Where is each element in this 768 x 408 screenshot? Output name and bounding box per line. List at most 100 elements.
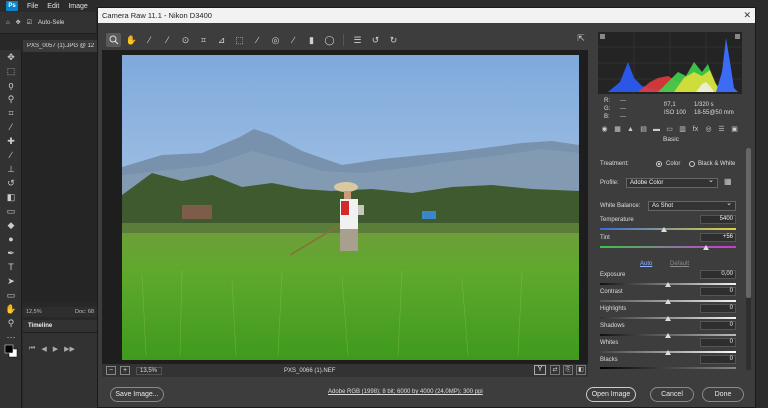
whites-slider-thumb[interactable]	[665, 350, 671, 355]
eyedropper-tool-icon[interactable]: ⁄	[0, 120, 22, 134]
profile-dropdown[interactable]: Adobe Color	[626, 177, 718, 188]
tone-curve-tab-icon[interactable]: ▦	[613, 125, 622, 133]
auto-select-checkbox[interactable]: ☑	[27, 19, 32, 26]
exposure-value[interactable]: 0,00	[700, 270, 736, 279]
move-tool-icon[interactable]: ✥	[16, 19, 21, 26]
profile-browser-icon[interactable]: ▦	[724, 177, 732, 186]
go-to-first-frame-icon[interactable]: ⏮	[29, 345, 35, 353]
preferences-icon[interactable]: ☰	[350, 33, 365, 47]
exposure-slider-thumb[interactable]	[665, 282, 671, 287]
photoshop-logo-icon[interactable]: Ps	[6, 1, 18, 11]
transform-tool-icon[interactable]: ⬚	[232, 33, 247, 47]
hand-tool-icon[interactable]: ✋	[0, 302, 22, 316]
zoom-in-button[interactable]: +	[120, 366, 130, 375]
zoom-tool-icon[interactable]	[106, 33, 121, 47]
history-brush-icon[interactable]: ↺	[0, 176, 22, 190]
menu-edit[interactable]: Edit	[47, 3, 59, 10]
default-button[interactable]: Default	[670, 261, 689, 267]
blacks-slider-track[interactable]	[600, 367, 736, 369]
panel-scrollbar-thumb[interactable]	[746, 148, 751, 298]
zoom-level-select[interactable]: 13,5%	[136, 366, 162, 375]
color-sampler-tool-icon[interactable]: ⁄	[160, 33, 175, 47]
crop-tool-icon[interactable]: ⌗	[0, 106, 22, 120]
gradient-tool-icon[interactable]: ▭	[0, 204, 22, 218]
detail-tab-icon[interactable]: ▲	[626, 126, 635, 133]
crop-tool-icon[interactable]: ⌗	[196, 33, 211, 47]
type-tool-icon[interactable]: T	[0, 260, 22, 274]
basic-tab-icon[interactable]: ◉	[600, 125, 609, 133]
pen-tool-icon[interactable]: ✒	[0, 246, 22, 260]
save-image-button[interactable]: Save Image...	[110, 387, 164, 402]
color-swatches-icon[interactable]	[0, 344, 22, 358]
whites-value[interactable]: 0	[700, 338, 736, 347]
tint-value[interactable]: +56	[700, 233, 736, 242]
ps-status-zoom[interactable]: 12,5%	[26, 309, 42, 315]
zoom-out-button[interactable]: −	[106, 366, 116, 375]
effects-tab-icon[interactable]: fx	[691, 126, 700, 133]
temperature-slider-track[interactable]	[600, 228, 736, 230]
treatment-bw-radio[interactable]	[689, 161, 695, 167]
white-balance-dropdown[interactable]: As Shot	[648, 200, 736, 211]
previous-frame-icon[interactable]: ◀	[41, 345, 46, 353]
highlight-clipping-warning-icon[interactable]	[735, 34, 740, 39]
transform-tab-icon[interactable]: ▥	[678, 125, 687, 133]
split-toning-tab-icon[interactable]: ▬	[652, 126, 661, 133]
highlights-value[interactable]: 0	[700, 304, 736, 313]
white-balance-tool-icon[interactable]: ⁄	[142, 33, 157, 47]
dodge-tool-icon[interactable]: ●	[0, 232, 22, 246]
tint-slider-thumb[interactable]	[703, 245, 710, 250]
lasso-tool-icon[interactable]: ϙ	[0, 78, 22, 92]
rotate-left-icon[interactable]: ↺	[368, 33, 383, 47]
close-icon[interactable]: ✕	[743, 10, 751, 21]
copy-settings-icon[interactable]: ⎘	[563, 365, 573, 375]
path-select-icon[interactable]: ➤	[0, 274, 22, 288]
eraser-tool-icon[interactable]: ◧	[0, 190, 22, 204]
spot-removal-tool-icon[interactable]: ∕	[250, 33, 265, 47]
treatment-color-radio[interactable]	[656, 161, 662, 167]
temperature-value[interactable]: 5400	[700, 215, 736, 224]
move-tool-icon[interactable]: ✥	[0, 50, 22, 64]
blacks-value[interactable]: 0	[700, 355, 736, 364]
home-icon[interactable]: ⌂	[6, 20, 10, 26]
shadows-slider-thumb[interactable]	[665, 333, 671, 338]
shape-tool-icon[interactable]: ▭	[0, 288, 22, 302]
quick-select-tool-icon[interactable]: ⚲	[0, 92, 22, 106]
shadow-clipping-warning-icon[interactable]	[600, 34, 605, 39]
adjustment-brush-icon[interactable]: ∕	[286, 33, 301, 47]
image-preview-area[interactable]	[102, 50, 588, 364]
shadows-value[interactable]: 0	[700, 321, 736, 330]
play-icon[interactable]: ▶	[53, 345, 58, 353]
snapshots-tab-icon[interactable]: ▣	[730, 125, 739, 133]
healing-tool-icon[interactable]: ✚	[0, 134, 22, 148]
radial-filter-icon[interactable]: ◯	[322, 33, 337, 47]
auto-button[interactable]: Auto	[640, 261, 652, 267]
rotate-right-icon[interactable]: ↻	[386, 33, 401, 47]
more-tools-icon[interactable]: ⋯	[0, 330, 22, 344]
contrast-value[interactable]: 0	[700, 287, 736, 296]
ps-document-tab[interactable]: PXS_0057 (1).JPG @ 12	[23, 40, 97, 52]
marquee-tool-icon[interactable]: ⬚	[0, 64, 22, 78]
done-button[interactable]: Done	[702, 387, 744, 402]
tint-slider-track[interactable]	[600, 246, 736, 248]
swap-before-after-icon[interactable]: ⇄	[550, 365, 560, 375]
next-frame-icon[interactable]: ▶▶	[64, 345, 75, 353]
zoom-tool-icon[interactable]: ⚲	[0, 316, 22, 330]
temperature-slider-thumb[interactable]	[660, 227, 667, 232]
hsl-tab-icon[interactable]: ▤	[639, 125, 648, 133]
lens-corrections-tab-icon[interactable]: ▭	[665, 125, 674, 133]
workflow-options-link[interactable]: Adobe RGB (1998); 8 bit; 6000 by 4000 (2…	[328, 389, 483, 395]
brush-tool-icon[interactable]: ∕	[0, 148, 22, 162]
ps-timeline-tab[interactable]: Timeline	[23, 320, 97, 333]
open-image-button[interactable]: Open Image	[586, 387, 636, 402]
fullscreen-toggle-icon[interactable]: ⇱	[574, 33, 588, 46]
calibration-tab-icon[interactable]: ◎	[704, 125, 713, 133]
menu-image[interactable]: Image	[68, 3, 87, 10]
blur-tool-icon[interactable]: ◆	[0, 218, 22, 232]
highlights-slider-thumb[interactable]	[665, 316, 671, 321]
presets-tab-icon[interactable]: ☰	[717, 125, 726, 133]
menu-file[interactable]: File	[27, 3, 38, 10]
contrast-slider-thumb[interactable]	[665, 299, 671, 304]
graduated-filter-icon[interactable]: ▮	[304, 33, 319, 47]
straighten-tool-icon[interactable]: ⊿	[214, 33, 229, 47]
stamp-tool-icon[interactable]: ⊥	[0, 162, 22, 176]
